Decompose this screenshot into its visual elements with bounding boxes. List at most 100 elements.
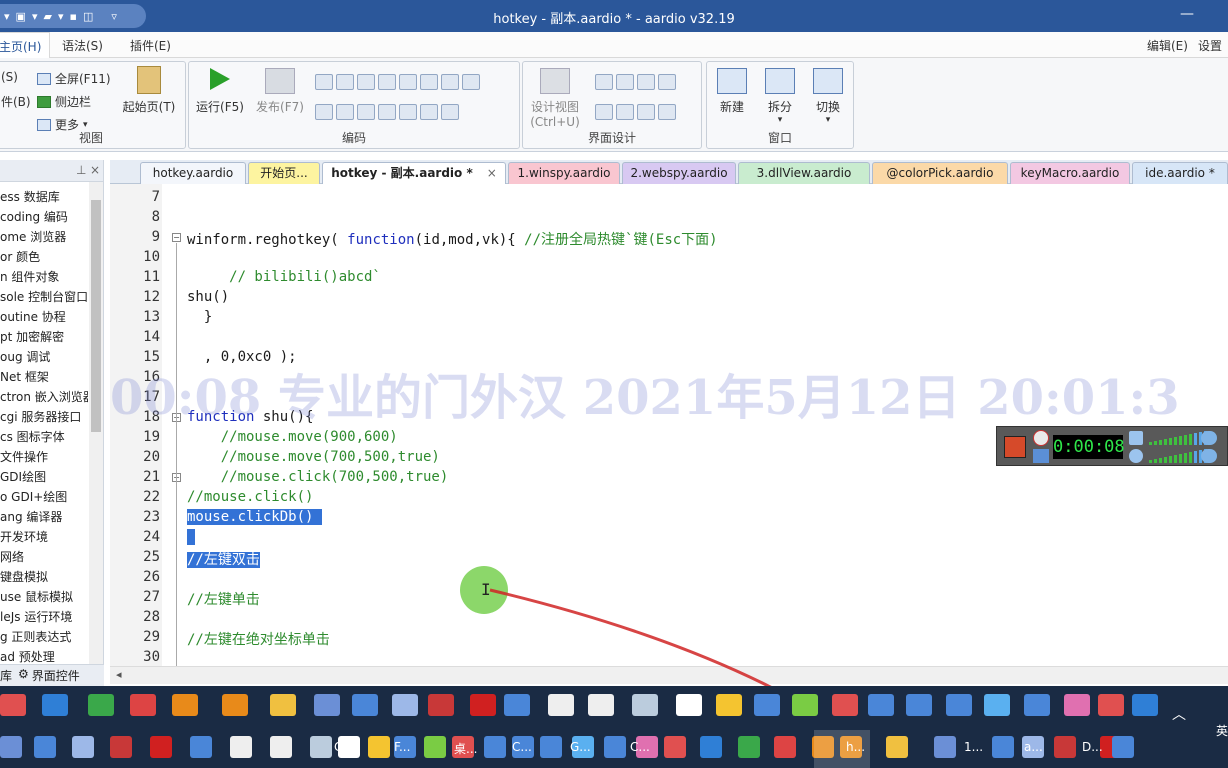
tab-home[interactable]: 主页(H)	[0, 32, 51, 59]
tab-syntax[interactable]: 语法(S)	[62, 37, 103, 54]
scroll-left-icon[interactable]: ◂	[116, 668, 122, 681]
align-center-icon[interactable]	[616, 74, 634, 90]
taskbar-app-icon[interactable]	[270, 736, 292, 758]
library-item[interactable]: or 颜色	[0, 247, 88, 267]
start-page-button[interactable]: 起始页(T)	[118, 66, 180, 115]
scroll-thumb[interactable]	[91, 200, 101, 432]
align-left-icon[interactable]	[595, 74, 613, 90]
mic-icon[interactable]	[1129, 449, 1143, 463]
library-item[interactable]: 键盘模拟	[0, 567, 88, 587]
taskbar-app-icon[interactable]	[470, 694, 496, 716]
taskbar-app-icon[interactable]	[716, 694, 742, 716]
library-item[interactable]: pt 加密解密	[0, 327, 88, 347]
bubble2-icon[interactable]	[378, 104, 396, 120]
tab-plugins[interactable]: 插件(E)	[130, 37, 171, 54]
taskbar-app-icon[interactable]	[34, 736, 56, 758]
find-icon[interactable]	[378, 74, 396, 90]
taskbar-app-icon[interactable]	[270, 694, 296, 716]
settings-icon[interactable]	[1201, 449, 1217, 463]
taskbar-app-icon[interactable]	[992, 736, 1014, 758]
taskbar-app-icon[interactable]	[632, 694, 658, 716]
taskbar-app-icon[interactable]	[484, 736, 506, 758]
split-button[interactable]: 拆分 ▾	[759, 68, 801, 125]
taskbar-app-icon[interactable]	[832, 694, 858, 716]
document-tab[interactable]: 2.webspy.aardio	[622, 162, 736, 184]
document-tab[interactable]: keyMacro.aardio	[1010, 162, 1130, 184]
taskbar-app-icon[interactable]	[1098, 694, 1124, 716]
taskbar-app-icon[interactable]	[738, 736, 760, 758]
chevron-up-icon[interactable]: ︿	[1172, 704, 1186, 724]
fullscreen-button[interactable]: 全屏(F11)	[37, 70, 111, 87]
list-icon[interactable]	[441, 74, 459, 90]
taskbar-app-icon[interactable]	[42, 694, 68, 716]
taskbar-app-icon[interactable]	[946, 694, 972, 716]
document-tab[interactable]: @colorPick.aardio	[872, 162, 1008, 184]
taskbar-app-icon[interactable]	[1132, 694, 1158, 716]
taskbar-app-icon[interactable]	[314, 694, 340, 716]
taskbar-app-icon[interactable]	[504, 694, 530, 716]
taskbar-app-icon[interactable]	[110, 736, 132, 758]
document-tab[interactable]: 开始页...	[248, 162, 320, 184]
taskbar-app-icon[interactable]	[676, 694, 702, 716]
library-item[interactable]: cs 图标字体	[0, 427, 88, 447]
taskbar-app-icon[interactable]	[792, 694, 818, 716]
menu-edit[interactable]: 编辑(E)	[1147, 37, 1188, 54]
bubble-icon[interactable]	[357, 104, 375, 120]
taskbar-app-icon[interactable]	[548, 694, 574, 716]
taskbar-app-icon[interactable]	[588, 694, 614, 716]
taskbar-app-icon[interactable]	[172, 694, 198, 716]
taskbar-app-icon[interactable]	[868, 694, 894, 716]
taskbar-app-icon[interactable]	[150, 736, 172, 758]
taskbar-app-icon[interactable]	[984, 694, 1010, 716]
document-tab[interactable]: 1.winspy.aardio	[508, 162, 620, 184]
library-item[interactable]: g 正则表达式	[0, 627, 88, 647]
library-item[interactable]: cgi 服务器接口	[0, 407, 88, 427]
library-item[interactable]: coding 编码	[0, 207, 88, 227]
taskbar-app-icon[interactable]	[754, 694, 780, 716]
library-item[interactable]: outine 协程	[0, 307, 88, 327]
taskbar-app-icon[interactable]	[392, 694, 418, 716]
library-item[interactable]: o GDI+绘图	[0, 487, 88, 507]
taskbar-app-icon[interactable]	[540, 736, 562, 758]
outdent-icon[interactable]	[420, 74, 438, 90]
publish-button[interactable]: 发布(F7)	[253, 68, 307, 115]
align-right-icon[interactable]	[637, 74, 655, 90]
tab-library[interactable]: 库	[0, 667, 12, 684]
taskbar-app-icon[interactable]	[664, 736, 686, 758]
taskbar-app-icon[interactable]	[1064, 694, 1090, 716]
library-item[interactable]: 文件操作	[0, 447, 88, 467]
taskbar-app-icon[interactable]	[130, 694, 156, 716]
paste-icon[interactable]	[357, 74, 375, 90]
binoculars-icon[interactable]	[441, 104, 459, 120]
library-item[interactable]: GDI绘图	[0, 467, 88, 487]
taskbar-app-icon[interactable]	[1054, 736, 1076, 758]
speaker-icon[interactable]	[1129, 431, 1143, 445]
taskbar-app-icon[interactable]	[428, 694, 454, 716]
taskbar-app-icon[interactable]	[222, 694, 248, 716]
new-window-button[interactable]: 新建	[711, 68, 753, 115]
library-item[interactable]: 网络	[0, 547, 88, 567]
library-item[interactable]: oug 调试	[0, 347, 88, 367]
run-button[interactable]: 运行(F5)	[193, 68, 247, 115]
taskbar-app-icon[interactable]	[230, 736, 252, 758]
taskbar-app-icon[interactable]	[0, 736, 22, 758]
menu-settings[interactable]: 设置	[1198, 37, 1222, 54]
document-tab[interactable]: 3.dllView.aardio	[738, 162, 870, 184]
format-icon[interactable]	[462, 74, 480, 90]
library-item[interactable]: ang 编译器	[0, 507, 88, 527]
fold-toggle[interactable]: −	[172, 233, 181, 242]
taskbar-app-icon[interactable]	[72, 736, 94, 758]
library-item[interactable]: ome 浏览器	[0, 227, 88, 247]
uncomment-icon[interactable]	[336, 104, 354, 120]
webcam-icon[interactable]	[1201, 431, 1217, 445]
taskbar-app-icon[interactable]	[368, 736, 390, 758]
sidebar-scrollbar[interactable]	[89, 182, 103, 664]
taskbar-app-icon[interactable]	[604, 736, 626, 758]
sidebar-toggle-button[interactable]: 侧边栏	[37, 93, 91, 110]
ime-indicator[interactable]: 英	[1216, 722, 1228, 739]
taskbar-app-icon[interactable]	[934, 736, 956, 758]
tab-ui-controls[interactable]: ⚙ 界面控件	[18, 667, 80, 684]
library-item[interactable]: use 鼠标模拟	[0, 587, 88, 607]
table-icon[interactable]	[616, 104, 634, 120]
taskbar-app-icon[interactable]	[352, 694, 378, 716]
